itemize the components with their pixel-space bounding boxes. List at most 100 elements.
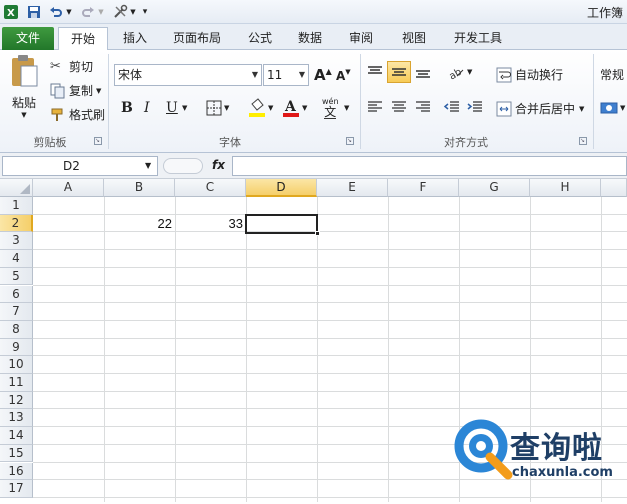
font-launcher-icon[interactable]: ↘ [346, 137, 354, 145]
row-header-4[interactable]: 4 [0, 250, 33, 268]
row-header-8[interactable]: 8 [0, 320, 33, 339]
column-header-h[interactable]: H [530, 179, 601, 197]
tab-page-layout[interactable]: 页面布局 [165, 27, 229, 50]
excel-app-icon[interactable]: X [2, 4, 20, 20]
row-header-17[interactable]: 17 [0, 480, 33, 498]
gridline [33, 373, 627, 374]
tab-insert[interactable]: 插入 [115, 27, 155, 50]
tab-file[interactable]: 文件 [2, 27, 54, 50]
number-format-select[interactable]: 常规 [600, 66, 624, 83]
bold-button[interactable]: B [121, 100, 133, 116]
merge-center-button[interactable]: 合并后居中 ▼ [496, 100, 584, 117]
row-header-16[interactable]: 16 [0, 462, 33, 481]
row-header-12[interactable]: 12 [0, 391, 33, 410]
tab-home[interactable]: 开始 [58, 27, 108, 51]
phonetic-dropdown-icon[interactable]: ▼ [344, 104, 349, 112]
row-header-11[interactable]: 11 [0, 374, 33, 392]
column-header-b[interactable]: B [104, 179, 175, 197]
row-header-13[interactable]: 13 [0, 409, 33, 428]
window-title: 工作簿 [586, 6, 623, 20]
active-cell-d2[interactable] [245, 214, 320, 236]
fill-color-button[interactable]: ▼ [248, 98, 273, 118]
decrease-indent-button[interactable] [443, 100, 461, 114]
orientation-button[interactable]: ab ▼ [447, 64, 472, 80]
phonetic-button[interactable]: wén 文 [322, 98, 339, 119]
scissors-icon: ✂ [50, 59, 61, 74]
merge-dropdown-icon: ▼ [579, 104, 585, 113]
customize-toolbar-icon[interactable]: ▾ [140, 4, 150, 20]
grow-font-button[interactable]: A ▲ [314, 66, 332, 84]
row-header-3[interactable]: 3 [0, 232, 33, 251]
row-header-15[interactable]: 15 [0, 444, 33, 463]
tab-review[interactable]: 审阅 [341, 27, 381, 50]
currency-format-button[interactable]: ▼ [600, 100, 625, 116]
font-size-select[interactable]: 11 ▼ [263, 64, 309, 86]
column-header-f[interactable]: F [388, 179, 459, 197]
tab-formulas[interactable]: 公式 [240, 27, 280, 50]
format-painter-button[interactable]: 格式刷 [50, 106, 105, 123]
column-header-i[interactable] [601, 179, 627, 197]
format-painter-icon [51, 108, 63, 121]
select-all-corner[interactable] [0, 179, 33, 197]
underline-button[interactable]: U [166, 100, 178, 116]
cut-label: 剪切 [69, 60, 94, 74]
align-bottom-icon [416, 70, 430, 78]
fill-handle[interactable] [315, 231, 320, 236]
row-header-1[interactable]: 1 [0, 197, 33, 215]
undo-icon[interactable] [48, 4, 64, 20]
row-header-2[interactable]: 2 [0, 214, 33, 233]
gridline [33, 337, 627, 339]
row-header-9[interactable]: 9 [0, 338, 33, 357]
row-header-6[interactable]: 6 [0, 285, 33, 304]
row-header-14[interactable]: 14 [0, 427, 33, 445]
paste-button[interactable]: 粘贴 ▼ [6, 54, 42, 124]
italic-button[interactable]: I [144, 100, 150, 116]
borders-button[interactable]: ▼ [206, 100, 229, 116]
column-header-g[interactable]: G [459, 179, 530, 197]
copy-button[interactable]: 复制 ▼ [50, 82, 101, 99]
save-icon[interactable] [26, 4, 42, 20]
align-middle-button[interactable] [387, 61, 411, 83]
increase-indent-button[interactable] [466, 100, 484, 114]
tools-icon[interactable] [112, 4, 128, 20]
clipboard-launcher-icon[interactable]: ↘ [94, 137, 102, 145]
formula-input[interactable] [232, 156, 627, 176]
tools-dropdown-icon[interactable]: ▼ [129, 4, 137, 20]
align-left-button[interactable] [366, 100, 384, 114]
align-center-button[interactable] [390, 100, 408, 114]
format-painter-label: 格式刷 [69, 108, 106, 122]
row-header-5[interactable]: 5 [0, 267, 33, 286]
column-header-e[interactable]: E [317, 179, 388, 197]
align-right-button[interactable] [414, 100, 432, 114]
alignment-launcher-icon[interactable]: ↘ [579, 137, 587, 145]
tab-data[interactable]: 数据 [290, 27, 330, 50]
font-color-button[interactable]: A ▼ [282, 98, 307, 118]
shrink-font-button[interactable]: A ▼ [336, 68, 351, 83]
wrap-text-button[interactable]: 自动换行 [496, 66, 563, 83]
underline-dropdown-icon[interactable]: ▼ [182, 104, 187, 112]
insert-function-icon[interactable]: fx [212, 158, 225, 172]
cut-button[interactable]: ✂ 剪切 [50, 58, 93, 75]
redo-icon[interactable] [80, 4, 96, 20]
redo-dropdown-icon[interactable]: ▼ [97, 4, 105, 20]
row-header-7[interactable]: 7 [0, 303, 33, 321]
undo-dropdown-icon[interactable]: ▼ [65, 4, 73, 20]
paste-dropdown-icon: ▼ [21, 111, 27, 119]
formula-bar-toggle[interactable] [163, 158, 203, 174]
align-top-button[interactable] [366, 64, 384, 80]
row-header-10[interactable]: 10 [0, 356, 33, 374]
chevron-down-icon[interactable]: ▼ [145, 157, 151, 175]
font-name-select[interactable]: 宋体 ▼ [114, 64, 262, 86]
column-header-a[interactable]: A [33, 179, 104, 197]
cell-b2[interactable]: 22 [104, 215, 172, 233]
column-header-c[interactable]: C [175, 179, 246, 197]
tab-developer[interactable]: 开发工具 [445, 27, 511, 50]
tab-view[interactable]: 视图 [394, 27, 434, 50]
column-header-d[interactable]: D [246, 179, 317, 197]
name-box[interactable]: D2 ▼ [2, 156, 158, 176]
ribbon: 粘贴 ▼ ✂ 剪切 复制 ▼ 格式刷 剪贴板 ↘ 宋体 ▼ 11 ▼ A ▲ A ▼… [0, 50, 627, 153]
align-bottom-button[interactable] [414, 64, 432, 80]
paste-icon [12, 55, 38, 87]
title-bar: X ▼ ▼ ▼ ▾ 工作簿 [0, 0, 627, 24]
cell-c2[interactable]: 33 [175, 215, 243, 233]
